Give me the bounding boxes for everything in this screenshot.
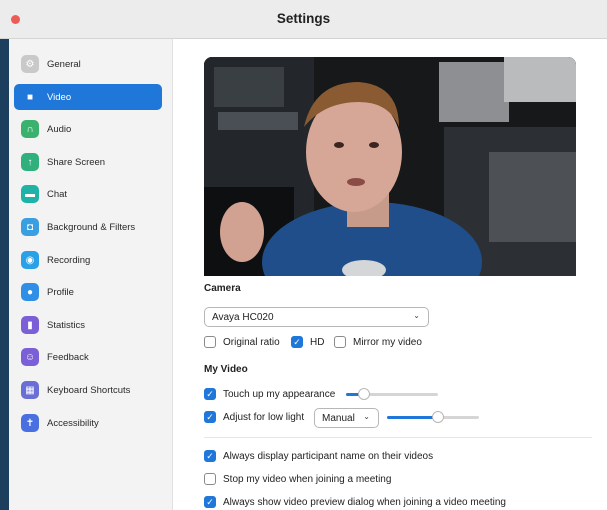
video-camera-icon: ■ <box>26 91 34 103</box>
sidebar-item-profile[interactable]: ● Profile <box>14 279 162 305</box>
sidebar-item-feedback[interactable]: ☺ Feedback <box>14 344 162 370</box>
video-preview-option[interactable]: ✓ Always show video preview dialog when … <box>204 496 506 508</box>
camera-select[interactable]: Avaya HC020 ⌄ <box>204 307 429 327</box>
low-light-label: Adjust for low light <box>223 411 305 423</box>
sidebar-item-keyboard-shortcuts[interactable]: ▦ Keyboard Shortcuts <box>14 377 162 403</box>
low-light-slider-fill <box>387 416 438 419</box>
chevron-down-icon: ⌄ <box>363 412 370 421</box>
sidebar-item-statistics[interactable]: ▮ Statistics <box>14 312 162 338</box>
low-light-option[interactable]: ✓ Adjust for low light <box>204 411 304 423</box>
sidebar-item-label: Feedback <box>47 351 89 363</box>
sidebar-item-general[interactable]: ⚙ General <box>14 51 162 77</box>
touch-up-checkbox[interactable]: ✓ <box>204 388 216 400</box>
profile-person-icon: ● <box>21 283 39 301</box>
title-bar: Settings <box>0 0 607 39</box>
low-light-slider[interactable] <box>387 411 479 423</box>
sidebar-item-video[interactable]: ■ Video <box>14 84 162 110</box>
gear-icon: ⚙ <box>21 55 39 73</box>
sidebar-item-audio[interactable]: ∩ Audio <box>14 116 162 142</box>
sidebar-item-accessibility[interactable]: ✝ Accessibility <box>14 410 162 436</box>
mirror-video-option[interactable]: Mirror my video <box>334 336 422 348</box>
display-name-label: Always display participant name on their… <box>223 450 434 462</box>
original-ratio-label: Original ratio <box>223 336 280 348</box>
keyboard-icon: ▦ <box>21 381 39 399</box>
chat-bubble-icon: ▬ <box>21 185 39 203</box>
my-video-section-label: My Video <box>204 364 248 375</box>
camera-preview-image <box>204 57 576 276</box>
bar-chart-icon: ▮ <box>21 316 39 334</box>
stop-video-option[interactable]: Stop my video when joining a meeting <box>204 473 391 485</box>
settings-window: Settings ⚙ General ■ Video ∩ Audio ↑ Share Scre… <box>0 0 607 510</box>
sidebar-item-label: Background & Filters <box>47 221 136 233</box>
hd-label: HD <box>310 336 325 348</box>
accessibility-person-icon: ✝ <box>21 414 39 432</box>
sidebar-item-background-filters[interactable]: ◘ Background & Filters <box>14 214 162 240</box>
headphones-icon: ∩ <box>21 120 39 138</box>
settings-sidebar: ⚙ General ■ Video ∩ Audio ↑ Share Screen ▬ Chat ◘ B… <box>0 39 173 510</box>
sidebar-item-label: Audio <box>47 123 72 135</box>
touch-up-slider[interactable] <box>346 388 438 400</box>
mirror-video-checkbox[interactable] <box>334 336 346 348</box>
sidebar-item-label: Chat <box>47 188 68 200</box>
video-preview-label: Always show video preview dialog when jo… <box>223 496 506 508</box>
camera-section-label: Camera <box>204 283 241 294</box>
background-person-icon: ◘ <box>21 218 39 236</box>
display-name-option[interactable]: ✓ Always display participant name on the… <box>204 450 433 462</box>
original-ratio-checkbox[interactable] <box>204 336 216 348</box>
low-light-checkbox[interactable]: ✓ <box>204 411 216 423</box>
mirror-video-label: Mirror my video <box>353 336 422 348</box>
sidebar-item-recording[interactable]: ◉ Recording <box>14 247 162 273</box>
sidebar-item-label: Video <box>47 91 72 103</box>
sidebar-item-chat[interactable]: ▬ Chat <box>14 181 162 207</box>
window-edge <box>0 39 9 510</box>
touch-up-option[interactable]: ✓ Touch up my appearance <box>204 388 335 400</box>
low-light-mode-select[interactable]: Manual ⌄ <box>314 408 379 428</box>
sidebar-item-label: Recording <box>47 254 91 266</box>
record-icon: ◉ <box>21 251 39 269</box>
window-title: Settings <box>276 11 331 26</box>
display-name-checkbox[interactable]: ✓ <box>204 450 216 462</box>
chevron-down-icon: ⌄ <box>413 311 420 320</box>
video-preview-checkbox[interactable]: ✓ <box>204 496 216 508</box>
stop-video-checkbox[interactable] <box>204 473 216 485</box>
low-light-mode-value: Manual <box>322 412 355 424</box>
camera-select-value: Avaya HC020 <box>212 311 274 323</box>
sidebar-item-label: General <box>47 58 81 70</box>
sidebar-item-label: Keyboard Shortcuts <box>47 384 131 396</box>
stop-video-label: Stop my video when joining a meeting <box>223 473 392 485</box>
smiley-face-icon: ☺ <box>21 348 39 366</box>
sidebar-item-label: Accessibility <box>47 417 99 429</box>
share-screen-icon: ↑ <box>21 153 39 171</box>
sidebar-item-share-screen[interactable]: ↑ Share Screen <box>14 149 162 175</box>
camera-preview <box>204 57 576 276</box>
sidebar-item-label: Share Screen <box>47 156 106 168</box>
low-light-slider-knob[interactable] <box>431 411 444 423</box>
sidebar-item-label: Statistics <box>47 319 86 331</box>
sidebar-item-label: Profile <box>47 286 74 298</box>
hd-checkbox[interactable]: ✓ <box>291 336 303 348</box>
hd-option[interactable]: ✓ HD <box>291 336 324 348</box>
original-ratio-option[interactable]: Original ratio <box>204 336 280 348</box>
touch-up-label: Touch up my appearance <box>223 388 336 400</box>
section-divider <box>204 437 592 438</box>
